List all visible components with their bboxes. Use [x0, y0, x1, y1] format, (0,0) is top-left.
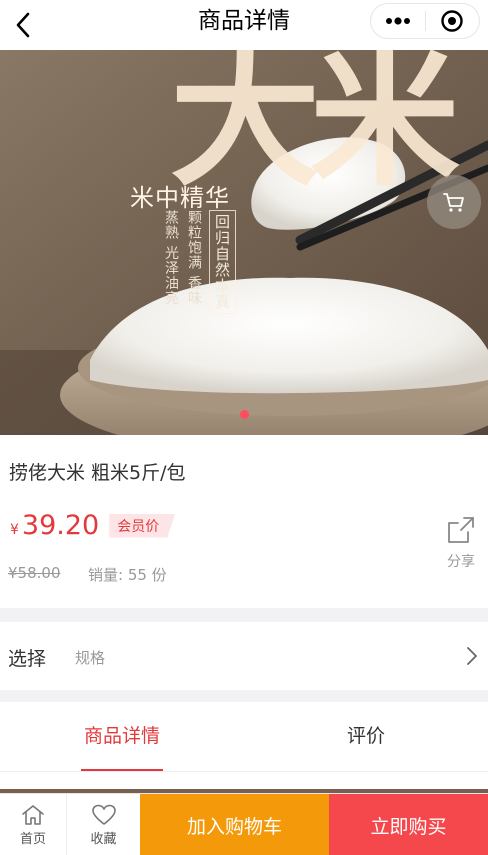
home-label: 首页	[19, 831, 46, 847]
bottom-action-bar: 首页 收藏 加入购物车 立即购买	[0, 793, 488, 855]
member-price-tag: 会员价	[109, 513, 176, 538]
section-divider	[0, 690, 488, 702]
home-button[interactable]: 首页	[0, 794, 66, 855]
detail-tabs: 商品详情 评价	[0, 702, 488, 772]
tab-reviews[interactable]: 评价	[244, 702, 488, 771]
hero-vertical-text-2: 颗粒饱满 香味	[186, 210, 202, 306]
cart-icon	[443, 193, 464, 212]
home-icon	[22, 804, 44, 825]
hero-title-text: 大米	[170, 50, 460, 207]
target-circle-icon	[441, 10, 463, 32]
share-label: 分享	[447, 554, 475, 570]
hero-stamp-text: 回归自然本真	[209, 210, 236, 314]
original-price: ¥58.00	[8, 564, 61, 582]
buy-now-button[interactable]: 立即购买	[329, 794, 488, 855]
navigation-bar: 商品详情	[0, 0, 488, 50]
mini-program-capsule	[370, 3, 480, 39]
floating-cart-button[interactable]	[427, 175, 481, 229]
back-button[interactable]	[6, 8, 40, 42]
more-dots-icon	[385, 17, 410, 25]
product-name: 捞佬大米 粗米5斤/包	[9, 462, 186, 484]
select-spec-value: 规格	[75, 649, 106, 667]
share-button[interactable]: 分享	[440, 515, 482, 571]
back-arrow-icon	[16, 12, 30, 38]
product-image-carousel[interactable]: 大米 米中精华 蒸熟 光泽油亮 颗粒饱满 香味 回归自然本真	[0, 50, 488, 435]
sales-count: 销量: 55 份	[88, 566, 167, 584]
chevron-right-icon	[467, 647, 477, 665]
price-currency-symbol: ¥	[10, 522, 19, 538]
favorite-label: 收藏	[90, 831, 117, 847]
section-divider	[0, 608, 488, 622]
share-icon	[448, 517, 474, 543]
more-menu-button[interactable]	[371, 4, 425, 38]
add-to-cart-button[interactable]: 加入购物车	[140, 794, 329, 855]
heart-icon	[91, 804, 116, 825]
select-spec-row[interactable]: 选择 规格	[0, 622, 488, 690]
hero-tagline: 米中精华	[130, 184, 230, 212]
price-row: ¥ 39.20 会员价	[10, 510, 176, 541]
tab-product-details[interactable]: 商品详情	[0, 702, 244, 771]
hero-vertical-text-1: 蒸熟 光泽油亮	[163, 210, 179, 306]
price-value: 39.20	[21, 510, 100, 541]
select-label: 选择	[8, 648, 47, 670]
favorite-button[interactable]: 收藏	[66, 794, 140, 855]
close-mini-program-button[interactable]	[425, 4, 479, 38]
carousel-indicator-dot[interactable]	[240, 410, 249, 419]
